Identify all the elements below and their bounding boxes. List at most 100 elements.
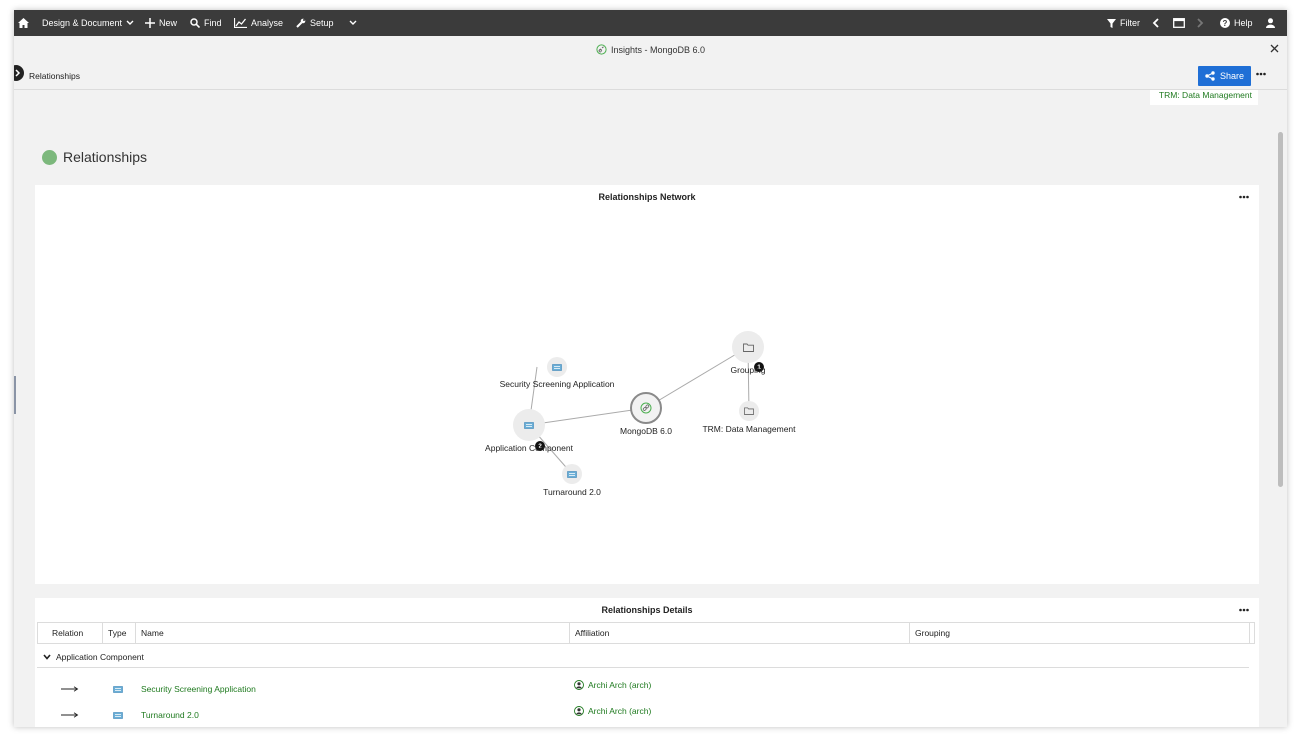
back-button[interactable]	[1152, 10, 1159, 36]
column-header-type[interactable]: Type	[103, 623, 136, 643]
node-label: Security Screening Application	[499, 379, 615, 389]
relation-arrow-icon	[61, 702, 79, 727]
affiliation-cell[interactable]: Archi Arch (arch)	[574, 698, 651, 724]
node-label: MongoDB 6.0	[620, 426, 672, 436]
network-node[interactable]	[739, 401, 759, 421]
analyse-menu[interactable]: Analyse	[234, 10, 283, 36]
column-header-name[interactable]: Name	[136, 623, 570, 643]
search-icon	[190, 18, 200, 28]
node-label: Grouping	[730, 365, 766, 375]
edge	[528, 407, 647, 426]
relationships-network-card: Relationships Network Security Screening…	[35, 185, 1259, 584]
sidebar-toggle-button[interactable]	[14, 65, 24, 81]
application-icon	[552, 363, 562, 371]
column-header-affiliation[interactable]: Affiliation	[570, 623, 910, 643]
window-button[interactable]	[1173, 10, 1185, 36]
table-header: Relation Type Name Affiliation Grouping	[37, 622, 1255, 644]
setup-label: Setup	[310, 18, 334, 28]
user-menu-button[interactable]	[1266, 10, 1275, 36]
chevron-left-icon	[1152, 18, 1159, 28]
close-icon[interactable]	[1270, 44, 1279, 53]
filter-label: Filter	[1120, 18, 1140, 28]
relation-arrow-icon	[61, 676, 79, 702]
affiliation-text: Archi Arch (arch)	[588, 706, 652, 716]
chart-line-icon	[234, 18, 247, 28]
home-icon	[18, 18, 29, 28]
details-title: Relationships Details	[601, 605, 693, 615]
help-button[interactable]: ? Help	[1220, 10, 1253, 36]
help-icon: ?	[1220, 18, 1230, 28]
chevron-down-icon	[349, 20, 357, 25]
application-icon	[567, 470, 577, 478]
forward-button[interactable]	[1197, 10, 1204, 36]
application-icon	[113, 676, 123, 702]
wrench-icon	[296, 18, 306, 28]
help-label: Help	[1234, 18, 1253, 28]
application-icon	[524, 421, 534, 429]
table-row[interactable]: Turnaround 2.0 Archi Arch (arch)	[37, 702, 1249, 727]
network-node[interactable]	[562, 464, 582, 484]
user-circle-icon	[574, 706, 584, 716]
more-options-icon[interactable]	[1256, 72, 1266, 76]
setup-menu[interactable]: Setup	[296, 10, 334, 36]
network-node[interactable]	[547, 357, 567, 377]
user-circle-icon	[574, 680, 584, 690]
chevron-right-icon	[1197, 18, 1204, 28]
share-button[interactable]: Share	[1198, 66, 1251, 86]
chevron-down-icon	[126, 20, 134, 25]
find-menu[interactable]: Find	[190, 10, 222, 36]
name-link[interactable]: Turnaround 2.0	[141, 702, 199, 727]
column-header-relation[interactable]: Relation	[38, 623, 103, 643]
network-node[interactable]	[513, 409, 545, 441]
new-label: New	[159, 18, 178, 28]
folder-icon	[742, 343, 754, 352]
share-icon	[1205, 71, 1215, 81]
new-menu[interactable]: New	[145, 10, 177, 36]
name-link[interactable]: Security Screening Application	[141, 676, 256, 702]
node-label: Turnaround 2.0	[543, 487, 601, 497]
node-label: Application Component	[485, 443, 573, 453]
plus-icon	[145, 18, 155, 28]
vertical-scrollbar[interactable]	[1278, 132, 1283, 487]
breadcrumb[interactable]: Relationships	[29, 71, 80, 81]
app-window: Design & Document New Find Analyse Setup…	[14, 10, 1287, 727]
filter-button[interactable]: Filter	[1107, 10, 1140, 36]
find-label: Find	[204, 18, 222, 28]
network-node-center[interactable]	[630, 392, 662, 424]
network-node[interactable]	[732, 331, 764, 363]
table-group-row[interactable]: Application Component	[37, 646, 1249, 668]
home-button[interactable]	[18, 10, 29, 36]
section-header: Relationships	[42, 149, 147, 165]
column-header-grouping[interactable]: Grouping	[910, 623, 1250, 643]
side-panel-edge[interactable]	[14, 376, 16, 414]
node-label: TRM: Data Management	[702, 424, 796, 434]
database-link-icon	[596, 44, 607, 55]
edge	[645, 346, 749, 409]
application-icon	[113, 702, 123, 727]
svg-text:?: ?	[1223, 19, 1228, 28]
window-title-text: Insights - MongoDB 6.0	[610, 44, 706, 55]
design-document-label: Design & Document	[42, 18, 123, 28]
trm-tag[interactable]: TRM: Data Management	[1150, 90, 1258, 105]
window-title-bar: Insights - MongoDB 6.0	[14, 36, 1287, 63]
window-icon	[1173, 18, 1185, 28]
database-link-icon	[640, 402, 652, 414]
analyse-label: Analyse	[251, 18, 284, 28]
group-label: Application Component	[56, 651, 144, 662]
window-title: Insights - MongoDB 6.0	[14, 44, 1287, 55]
view-toolbar: Relationships Share	[14, 63, 1287, 90]
more-menu-button[interactable]	[349, 10, 357, 36]
more-options-icon[interactable]	[1239, 608, 1249, 612]
affiliation-text: Archi Arch (arch)	[588, 680, 652, 690]
share-label: Share	[1219, 71, 1245, 81]
chevron-right-icon	[15, 69, 21, 77]
filter-icon	[1107, 18, 1116, 28]
chevron-down-icon	[43, 653, 51, 660]
affiliation-cell[interactable]: Archi Arch (arch)	[574, 672, 651, 698]
network-edges	[528, 346, 750, 475]
folder-icon	[744, 407, 754, 415]
status-dot	[42, 149, 57, 165]
user-icon	[1266, 18, 1275, 28]
design-document-menu[interactable]: Design & Document	[42, 10, 134, 36]
relationships-details-card: Relationships Details Relation Type Name…	[35, 598, 1259, 727]
